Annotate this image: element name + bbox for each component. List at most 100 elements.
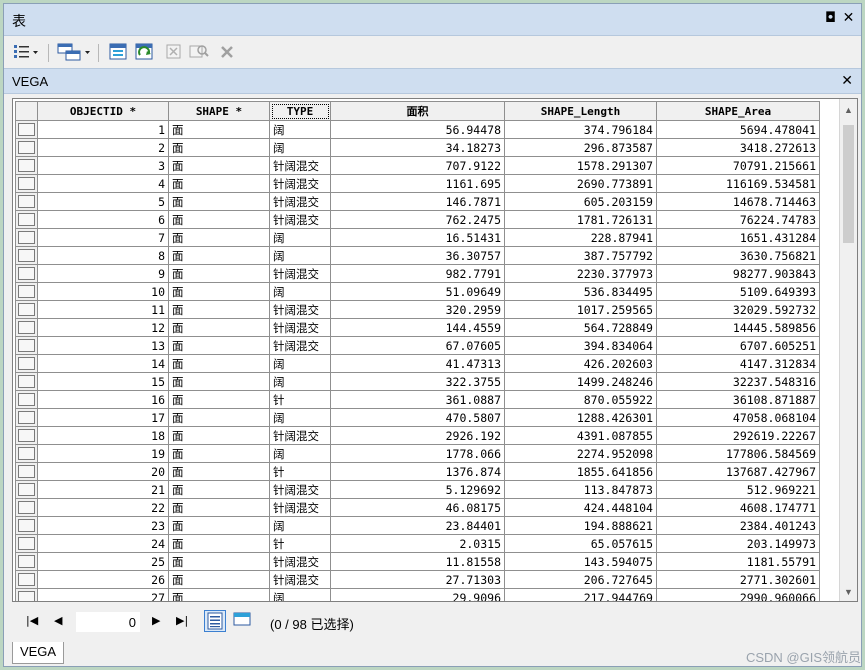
table-row[interactable]: 17 面阔 470.5807 1288.426301 47058.068104: [15, 408, 820, 427]
row-selector[interactable]: [15, 498, 38, 517]
table-row[interactable]: 20 面针 1376.874 1855.641856 137687.427967: [15, 462, 820, 481]
sheet-tab-vega[interactable]: VEGA: [12, 642, 64, 664]
table-row[interactable]: 18 面针阔混交 2926.192 4391.087855 292619.22267: [15, 426, 820, 445]
column-header-objectid[interactable]: OBJECTID *: [37, 101, 169, 121]
cell-shape-area[interactable]: 116169.534581: [656, 174, 820, 193]
cell-shape-length[interactable]: 1578.291307: [504, 156, 657, 175]
cell-shape-area[interactable]: 2771.302601: [656, 570, 820, 589]
cell-type[interactable]: 针: [269, 390, 331, 409]
row-selector-box[interactable]: [18, 591, 35, 601]
show-selected-records-button[interactable]: [232, 610, 254, 632]
cell-shape-length[interactable]: 387.757792: [504, 246, 657, 265]
cell-shape-area[interactable]: 137687.427967: [656, 462, 820, 481]
cell-objectid[interactable]: 20: [37, 462, 169, 481]
clear-selection-button[interactable]: [164, 42, 184, 62]
cell-objectid[interactable]: 12: [37, 318, 169, 337]
cell-objectid[interactable]: 14: [37, 354, 169, 373]
cell-area-cn[interactable]: 982.7791: [330, 264, 505, 283]
cell-type[interactable]: 针阔混交: [269, 318, 331, 337]
cell-shape-length[interactable]: 217.944769: [504, 588, 657, 601]
row-selector-box[interactable]: [18, 411, 35, 424]
cell-area-cn[interactable]: 470.5807: [330, 408, 505, 427]
cell-shape-length[interactable]: 113.847873: [504, 480, 657, 499]
cell-shape-area[interactable]: 5694.478041: [656, 120, 820, 139]
row-selector[interactable]: [15, 210, 38, 229]
cell-shape[interactable]: 面: [168, 318, 270, 337]
cell-shape-area[interactable]: 98277.903843: [656, 264, 820, 283]
cell-shape-length[interactable]: 1017.259565: [504, 300, 657, 319]
row-selector-box[interactable]: [18, 447, 35, 460]
select-all-header[interactable]: [15, 101, 38, 121]
cell-shape[interactable]: 面: [168, 192, 270, 211]
cell-shape-length[interactable]: 870.055922: [504, 390, 657, 409]
cell-shape-area[interactable]: 512.969221: [656, 480, 820, 499]
cell-area-cn[interactable]: 67.07605: [330, 336, 505, 355]
close-tab-button[interactable]: ✕: [841, 73, 853, 89]
cell-objectid[interactable]: 7: [37, 228, 169, 247]
cell-area-cn[interactable]: 23.84401: [330, 516, 505, 535]
cell-type[interactable]: 针阔混交: [269, 156, 331, 175]
scroll-up-icon[interactable]: ▲: [844, 105, 853, 115]
cell-area-cn[interactable]: 5.129692: [330, 480, 505, 499]
cell-objectid[interactable]: 1: [37, 120, 169, 139]
row-selector[interactable]: [15, 282, 38, 301]
cell-shape-area[interactable]: 203.149973: [656, 534, 820, 553]
cell-objectid[interactable]: 11: [37, 300, 169, 319]
vertical-scrollbar[interactable]: ▲ ▼: [839, 99, 857, 601]
cell-shape-area[interactable]: 2990.960066: [656, 588, 820, 601]
cell-shape[interactable]: 面: [168, 282, 270, 301]
cell-shape-length[interactable]: 394.834064: [504, 336, 657, 355]
cell-type[interactable]: 阔: [269, 588, 331, 601]
cell-area-cn[interactable]: 56.94478: [330, 120, 505, 139]
cell-objectid[interactable]: 26: [37, 570, 169, 589]
row-selector-box[interactable]: [18, 465, 35, 478]
row-selector-box[interactable]: [18, 213, 35, 226]
cell-shape-length[interactable]: 374.796184: [504, 120, 657, 139]
row-selector-box[interactable]: [18, 177, 35, 190]
table-row[interactable]: 10 面阔 51.09649 536.834495 5109.649393: [15, 282, 820, 301]
cell-shape-area[interactable]: 47058.068104: [656, 408, 820, 427]
row-selector-box[interactable]: [18, 267, 35, 280]
row-selector[interactable]: [15, 588, 38, 601]
cell-area-cn[interactable]: 51.09649: [330, 282, 505, 301]
row-selector[interactable]: [15, 318, 38, 337]
cell-shape-area[interactable]: 14678.714463: [656, 192, 820, 211]
cell-objectid[interactable]: 19: [37, 444, 169, 463]
row-selector[interactable]: [15, 354, 38, 373]
table-tab-name[interactable]: VEGA: [12, 74, 48, 89]
cell-objectid[interactable]: 21: [37, 480, 169, 499]
cell-shape-area[interactable]: 6707.605251: [656, 336, 820, 355]
cell-type[interactable]: 阔: [269, 444, 331, 463]
table-row[interactable]: 13 面针阔混交 67.07605 394.834064 6707.605251: [15, 336, 820, 355]
cell-shape[interactable]: 面: [168, 408, 270, 427]
table-options-button[interactable]: [12, 42, 40, 62]
table-row[interactable]: 9 面针阔混交 982.7791 2230.377973 98277.903843: [15, 264, 820, 283]
cell-area-cn[interactable]: 29.9096: [330, 588, 505, 601]
cell-shape-length[interactable]: 1499.248246: [504, 372, 657, 391]
row-selector[interactable]: [15, 336, 38, 355]
row-selector-box[interactable]: [18, 519, 35, 532]
row-selector-box[interactable]: [18, 483, 35, 496]
cell-shape-length[interactable]: 1288.426301: [504, 408, 657, 427]
cell-objectid[interactable]: 5: [37, 192, 169, 211]
cell-shape[interactable]: 面: [168, 300, 270, 319]
cell-area-cn[interactable]: 1376.874: [330, 462, 505, 481]
cell-area-cn[interactable]: 16.51431: [330, 228, 505, 247]
related-tables-button[interactable]: [56, 42, 92, 62]
table-row[interactable]: 8 面阔 36.30757 387.757792 3630.756821: [15, 246, 820, 265]
cell-type[interactable]: 针阔混交: [269, 300, 331, 319]
cell-area-cn[interactable]: 707.9122: [330, 156, 505, 175]
cell-shape[interactable]: 面: [168, 156, 270, 175]
cell-type[interactable]: 阔: [269, 516, 331, 535]
cell-type[interactable]: 针阔混交: [269, 174, 331, 193]
cell-shape-length[interactable]: 194.888621: [504, 516, 657, 535]
cell-shape-area[interactable]: 3418.272613: [656, 138, 820, 157]
cell-shape-length[interactable]: 564.728849: [504, 318, 657, 337]
cell-type[interactable]: 针阔混交: [269, 552, 331, 571]
cell-shape[interactable]: 面: [168, 138, 270, 157]
column-header-shape-area[interactable]: SHAPE_Area: [656, 101, 820, 121]
table-row[interactable]: 15 面阔 322.3755 1499.248246 32237.548316: [15, 372, 820, 391]
cell-type[interactable]: 针阔混交: [269, 336, 331, 355]
row-selector[interactable]: [15, 138, 38, 157]
previous-record-button[interactable]: ◀: [54, 614, 62, 627]
